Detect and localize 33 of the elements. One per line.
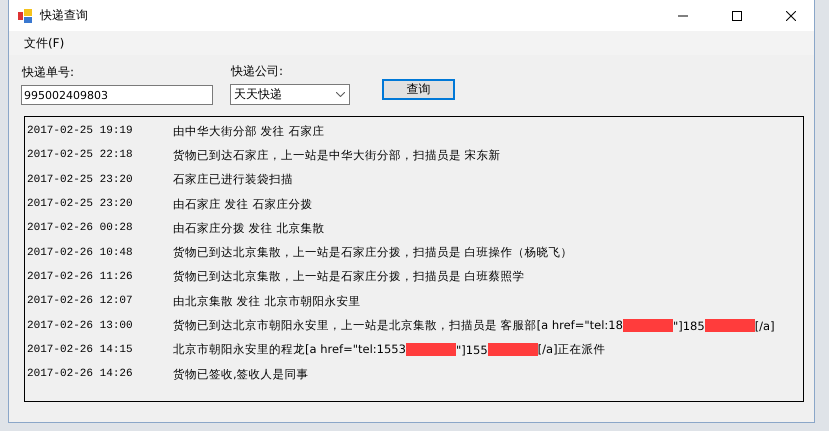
record-message: 由中华大街分部 发往 石家庄 — [173, 124, 324, 139]
app-icon — [18, 8, 32, 22]
record-message: 货物已到达北京集散，上一站是石家庄分拨，扫描员是 白班操作（杨晓飞） — [173, 245, 573, 260]
record-time: 2017-02-26 11:26 — [26, 270, 134, 283]
record-time: 2017-02-26 12:07 — [26, 295, 134, 308]
close-icon — [786, 10, 796, 20]
record-message: 由北京集散 发往 北京市朝阳永安里 — [173, 294, 360, 309]
chevron-down-icon — [336, 92, 345, 97]
field-label: 快递单号: — [21, 64, 76, 81]
record-message: 货物已到达石家庄，上一站是中华大街分部，扫描员是 宋东新 — [173, 148, 501, 163]
record-time: 2017-02-25 19:19 — [26, 125, 134, 138]
record-time: 2017-02-25 23:20 — [26, 174, 134, 186]
record-time: 2017-02-26 13:00 — [26, 320, 134, 332]
record-time: 2017-02-25 23:20 — [26, 198, 134, 210]
maximize-icon — [732, 10, 742, 20]
query-button[interactable]: 查询 — [382, 79, 455, 100]
field-label: 快递公司: — [230, 63, 284, 80]
record-time: 2017-02-26 14:26 — [26, 368, 134, 380]
record-time: 2017-02-25 22:18 — [26, 149, 134, 162]
record-time: 2017-02-26 00:28 — [26, 222, 134, 234]
record-time: 2017-02-26 10:48 — [26, 246, 134, 259]
window-title: 快递查询 — [40, 7, 89, 24]
record-message: 货物已到达北京集散，上一站是石家庄分拨，扫描员是 白班蔡照学 — [173, 269, 525, 284]
menu-item[interactable]: 文件(F) — [19, 32, 70, 54]
record-message: 货物已到达北京市朝阳永安里，上一站是北京集散，扫描员是 客服部[a href="tel:18 "]185 [/a] — [173, 318, 775, 334]
record-message: 货物已签收,签收人是同事 — [173, 366, 309, 382]
record-message: 石家庄已进行装袋扫描 — [173, 172, 293, 188]
record-time: 2017-02-26 14:15 — [26, 344, 134, 356]
company-dropdown[interactable]: 天天快递 — [230, 84, 350, 105]
record-message: 由石家庄 发往 石家庄分拨 — [173, 196, 312, 212]
record-message: 由石家庄分拨 发往 北京集散 — [173, 220, 324, 236]
tracking-number-field[interactable]: 995002409803 — [21, 85, 213, 105]
record-message: 北京市朝阳永安里的程龙[a href="tel:1553 "]155 [/a]正在派件 — [173, 342, 606, 358]
